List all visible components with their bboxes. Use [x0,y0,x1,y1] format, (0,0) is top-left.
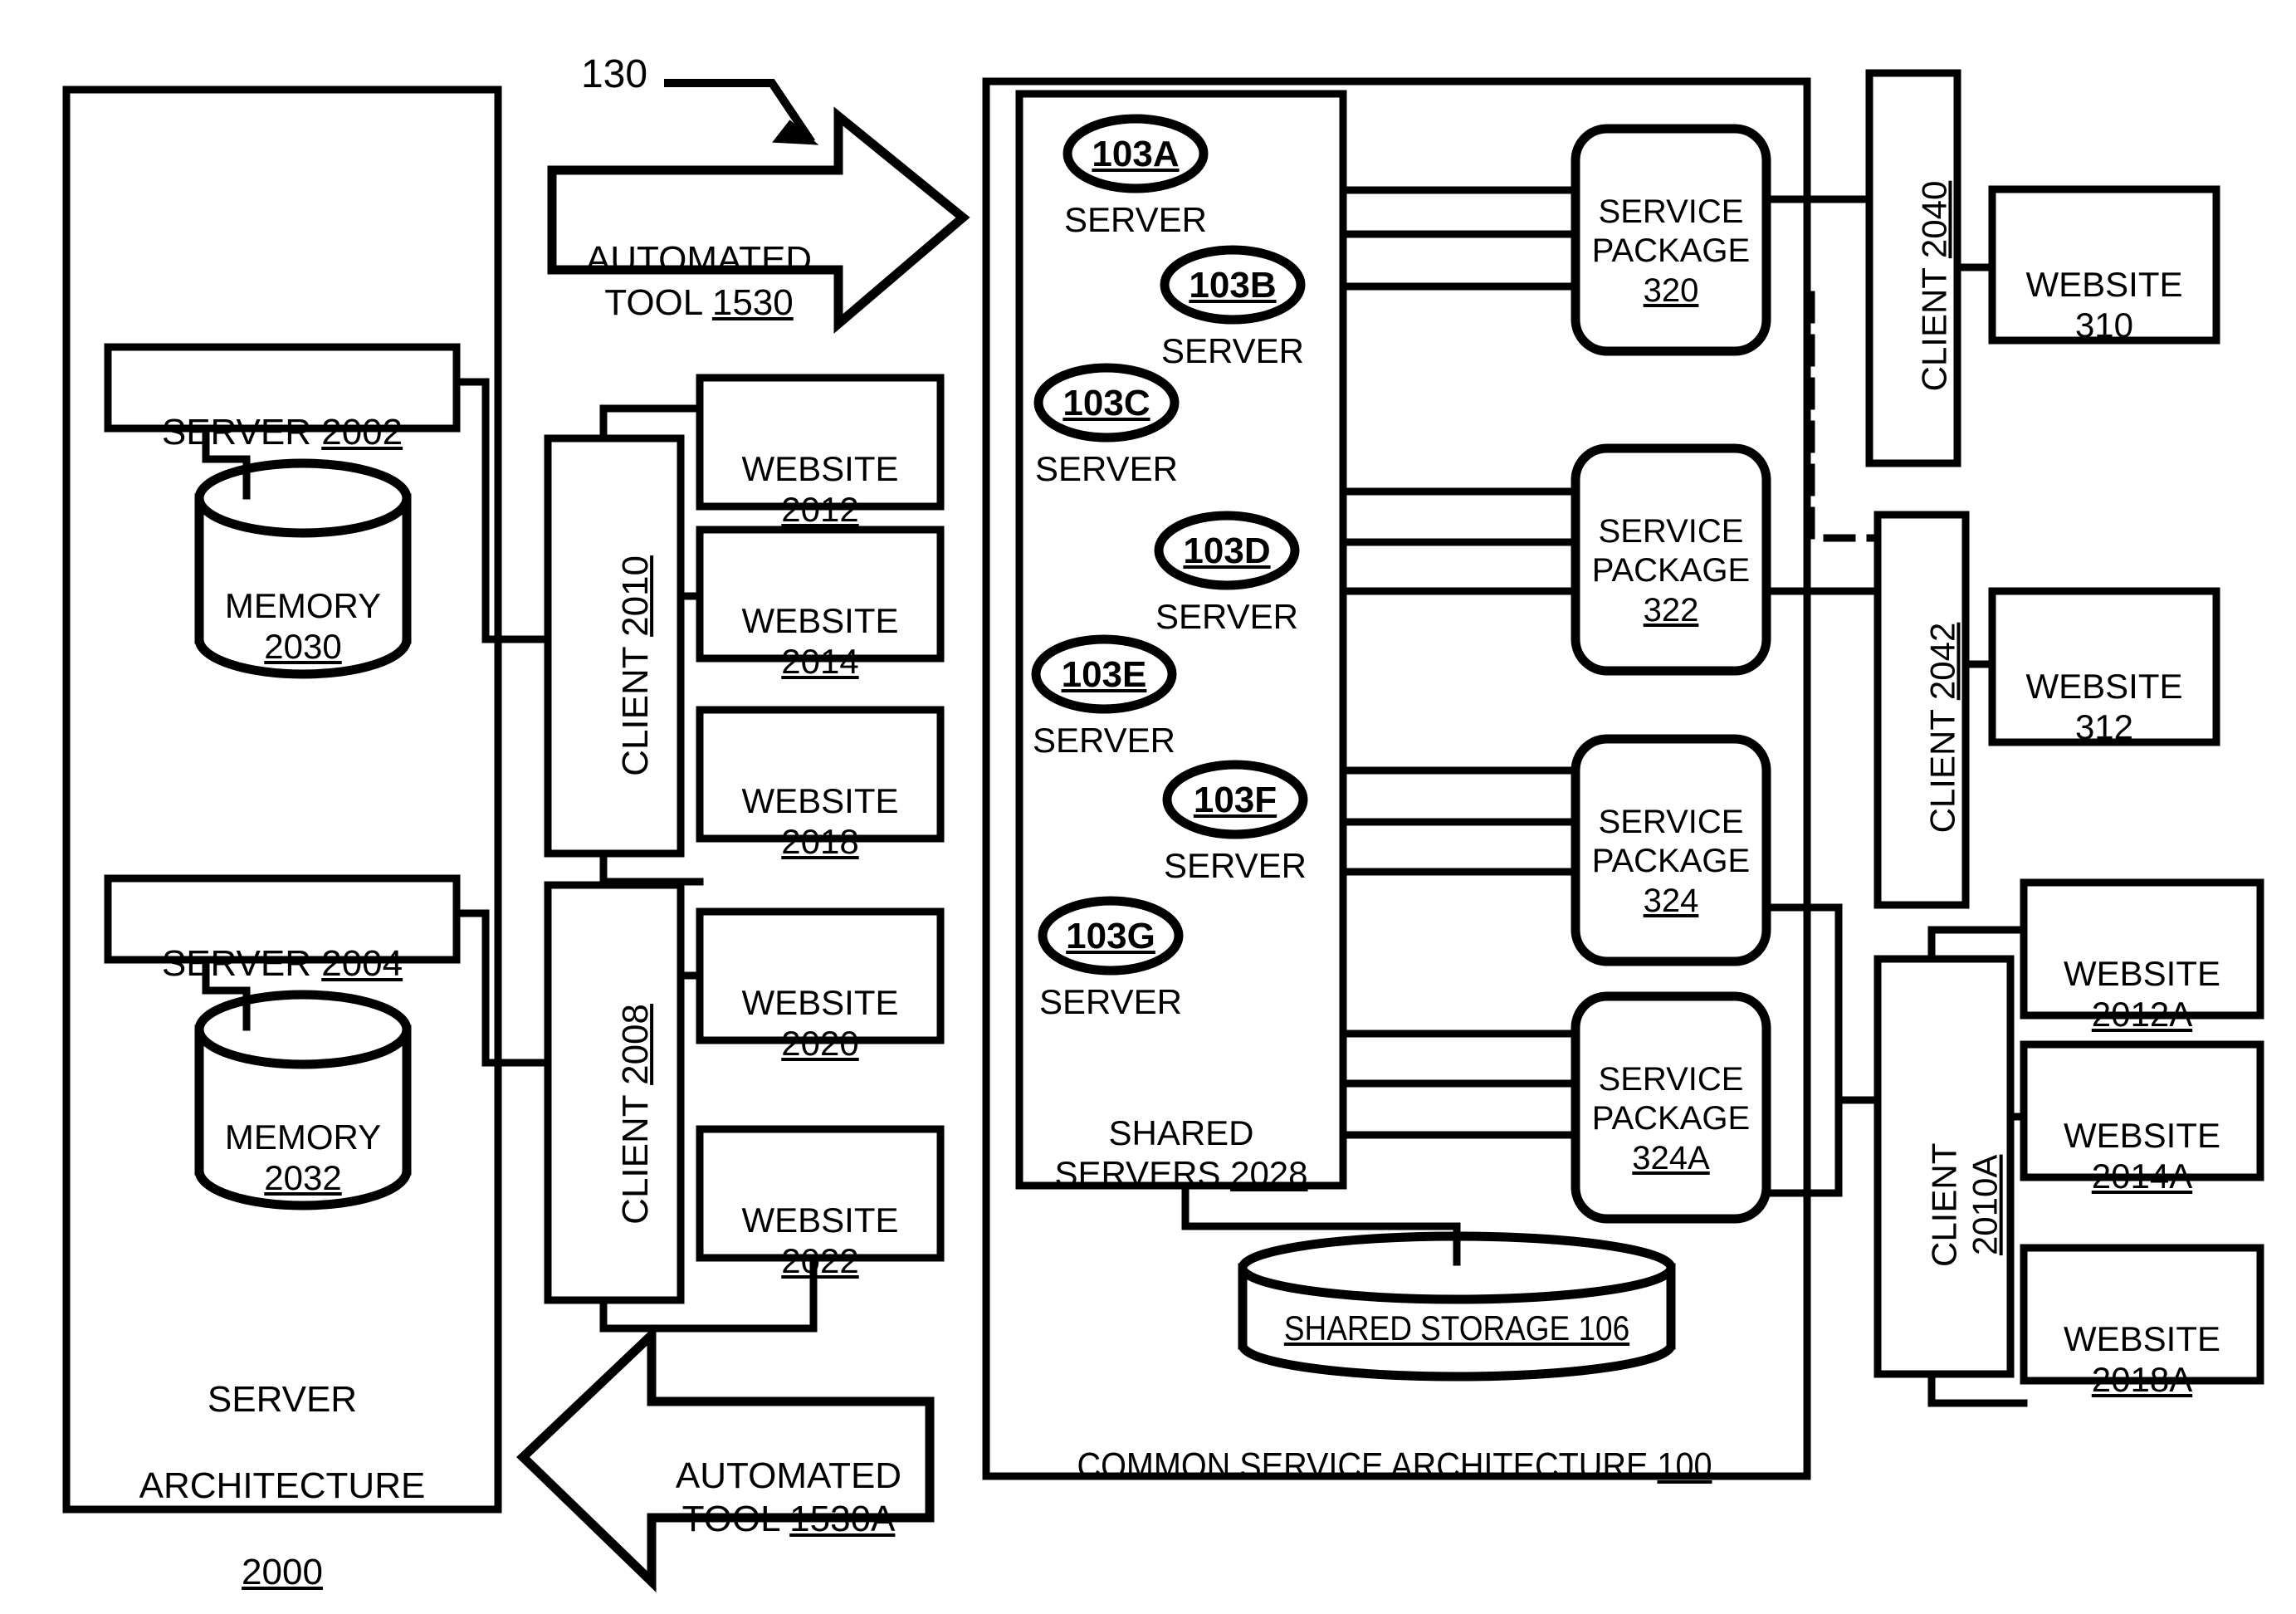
server-2004-box [104,874,461,964]
client-2042-box [1873,511,1970,909]
website-2012a-box [2020,878,2264,1020]
server-103f-oval [1162,760,1308,839]
website-2018a-box [2020,1244,2264,1385]
server-103d-oval [1154,511,1300,590]
memory-2032-cylinder [194,990,412,1210]
automated-tool-1530-arrow [547,106,970,334]
link-sp324a-to-client-2010a [1762,1096,1843,1197]
service-package-324a-box [1571,991,1771,1224]
automated-tool-1530a-arrow [516,1324,935,1592]
patent-figure-canvas: 130 SERVER ARCHITECTURE 2000 SERVER 2002… [0,0,2296,1614]
website-310-box [1988,185,2220,345]
memory-2030-cylinder [194,458,412,679]
website-2012-box [696,374,945,511]
website-2018-box [696,706,945,843]
server-2002-right-link [452,378,490,643]
client-2008-box [544,881,685,1304]
service-package-324-box [1571,734,1771,966]
client-2008-to-website-2022-link [599,1254,818,1333]
server-architecture-box [62,86,502,1514]
client-2040-box [1865,69,1961,467]
server-103b-oval [1160,245,1306,325]
client-2010-to-website-2012-link [599,404,704,443]
link-sp324-to-client-2010a [1762,903,1882,1104]
website-312-box [1988,587,2220,746]
client-2010a-box [1873,955,2015,1378]
server-2002-box [104,343,461,433]
server-103e-oval [1031,634,1177,714]
server-2004-right-link [452,909,552,1067]
website-2022-box [696,1125,945,1262]
service-package-322-box [1571,443,1771,676]
client-2010-to-website-2018-link [599,849,704,886]
link-client-2010a-to-website-2012a [1927,926,2028,963]
website-2014a-box [2020,1040,2264,1181]
service-package-320-box [1571,124,1771,356]
website-2020-box [696,907,945,1044]
link-client-2010a-to-website-2018a [1927,1370,2028,1407]
website-2014-box [696,526,945,663]
client-2010-box [544,434,685,858]
common-service-architecture-box [982,77,1811,1480]
server-103a-oval [1063,114,1209,193]
server-103g-oval [1038,896,1184,976]
diagram-vector-layer [62,69,2264,1592]
server-103c-oval [1033,363,1180,443]
link-shared-servers-to-shared-storage [1181,1181,1461,1266]
